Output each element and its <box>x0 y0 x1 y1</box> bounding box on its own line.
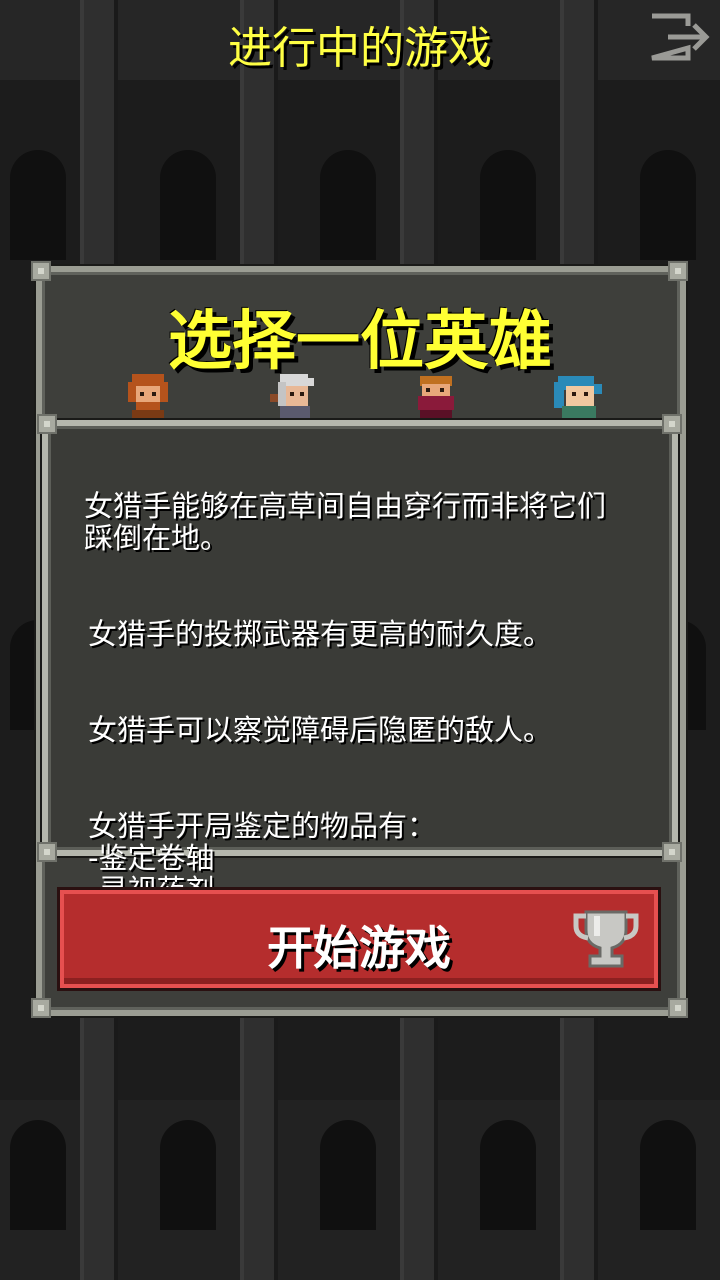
description-paragraph: 女猎手可以察觉障碍后隐匿的敌人。 <box>88 713 553 747</box>
arch <box>160 150 216 260</box>
arch <box>640 1120 696 1230</box>
box-corner <box>37 414 57 434</box>
start-game-label: 开始游戏 <box>267 921 451 975</box>
hero-huntress[interactable] <box>552 372 602 418</box>
arch <box>10 150 66 260</box>
arch <box>320 150 376 260</box>
hero-rogue[interactable] <box>414 372 458 418</box>
description-paragraph: 女猎手的投掷武器有更高的耐久度。 <box>88 617 553 651</box>
exit-button[interactable] <box>648 12 712 62</box>
arch <box>480 1120 536 1230</box>
panel-corner <box>668 261 688 281</box>
trophy-icon <box>573 910 639 968</box>
panel-corner <box>31 998 51 1018</box>
box-corner <box>37 842 57 862</box>
page-title: 进行中的游戏 <box>228 23 492 74</box>
dialog-title: 选择一位英雄 <box>168 305 552 379</box>
hero-mage[interactable] <box>268 372 314 418</box>
box-corner <box>662 414 682 434</box>
warrior-portrait-icon <box>128 374 168 418</box>
huntress-portrait-icon <box>554 376 602 418</box>
box-corner <box>662 842 682 862</box>
arch <box>160 1120 216 1230</box>
arch <box>320 1120 376 1230</box>
description-paragraph: 女猎手能够在高草间自由穿行而非将它们 踩倒在地。 <box>84 489 607 555</box>
hero-row <box>0 372 720 418</box>
hero-warrior[interactable] <box>124 372 168 418</box>
arch <box>10 1120 66 1230</box>
arch <box>640 150 696 260</box>
panel-corner <box>31 261 51 281</box>
exit-icon <box>651 13 710 61</box>
panel-corner <box>668 998 688 1018</box>
arch <box>480 150 536 260</box>
start-game-button[interactable]: 开始游戏 <box>60 890 658 988</box>
mage-portrait-icon <box>270 374 314 418</box>
rogue-portrait-icon <box>418 376 454 418</box>
